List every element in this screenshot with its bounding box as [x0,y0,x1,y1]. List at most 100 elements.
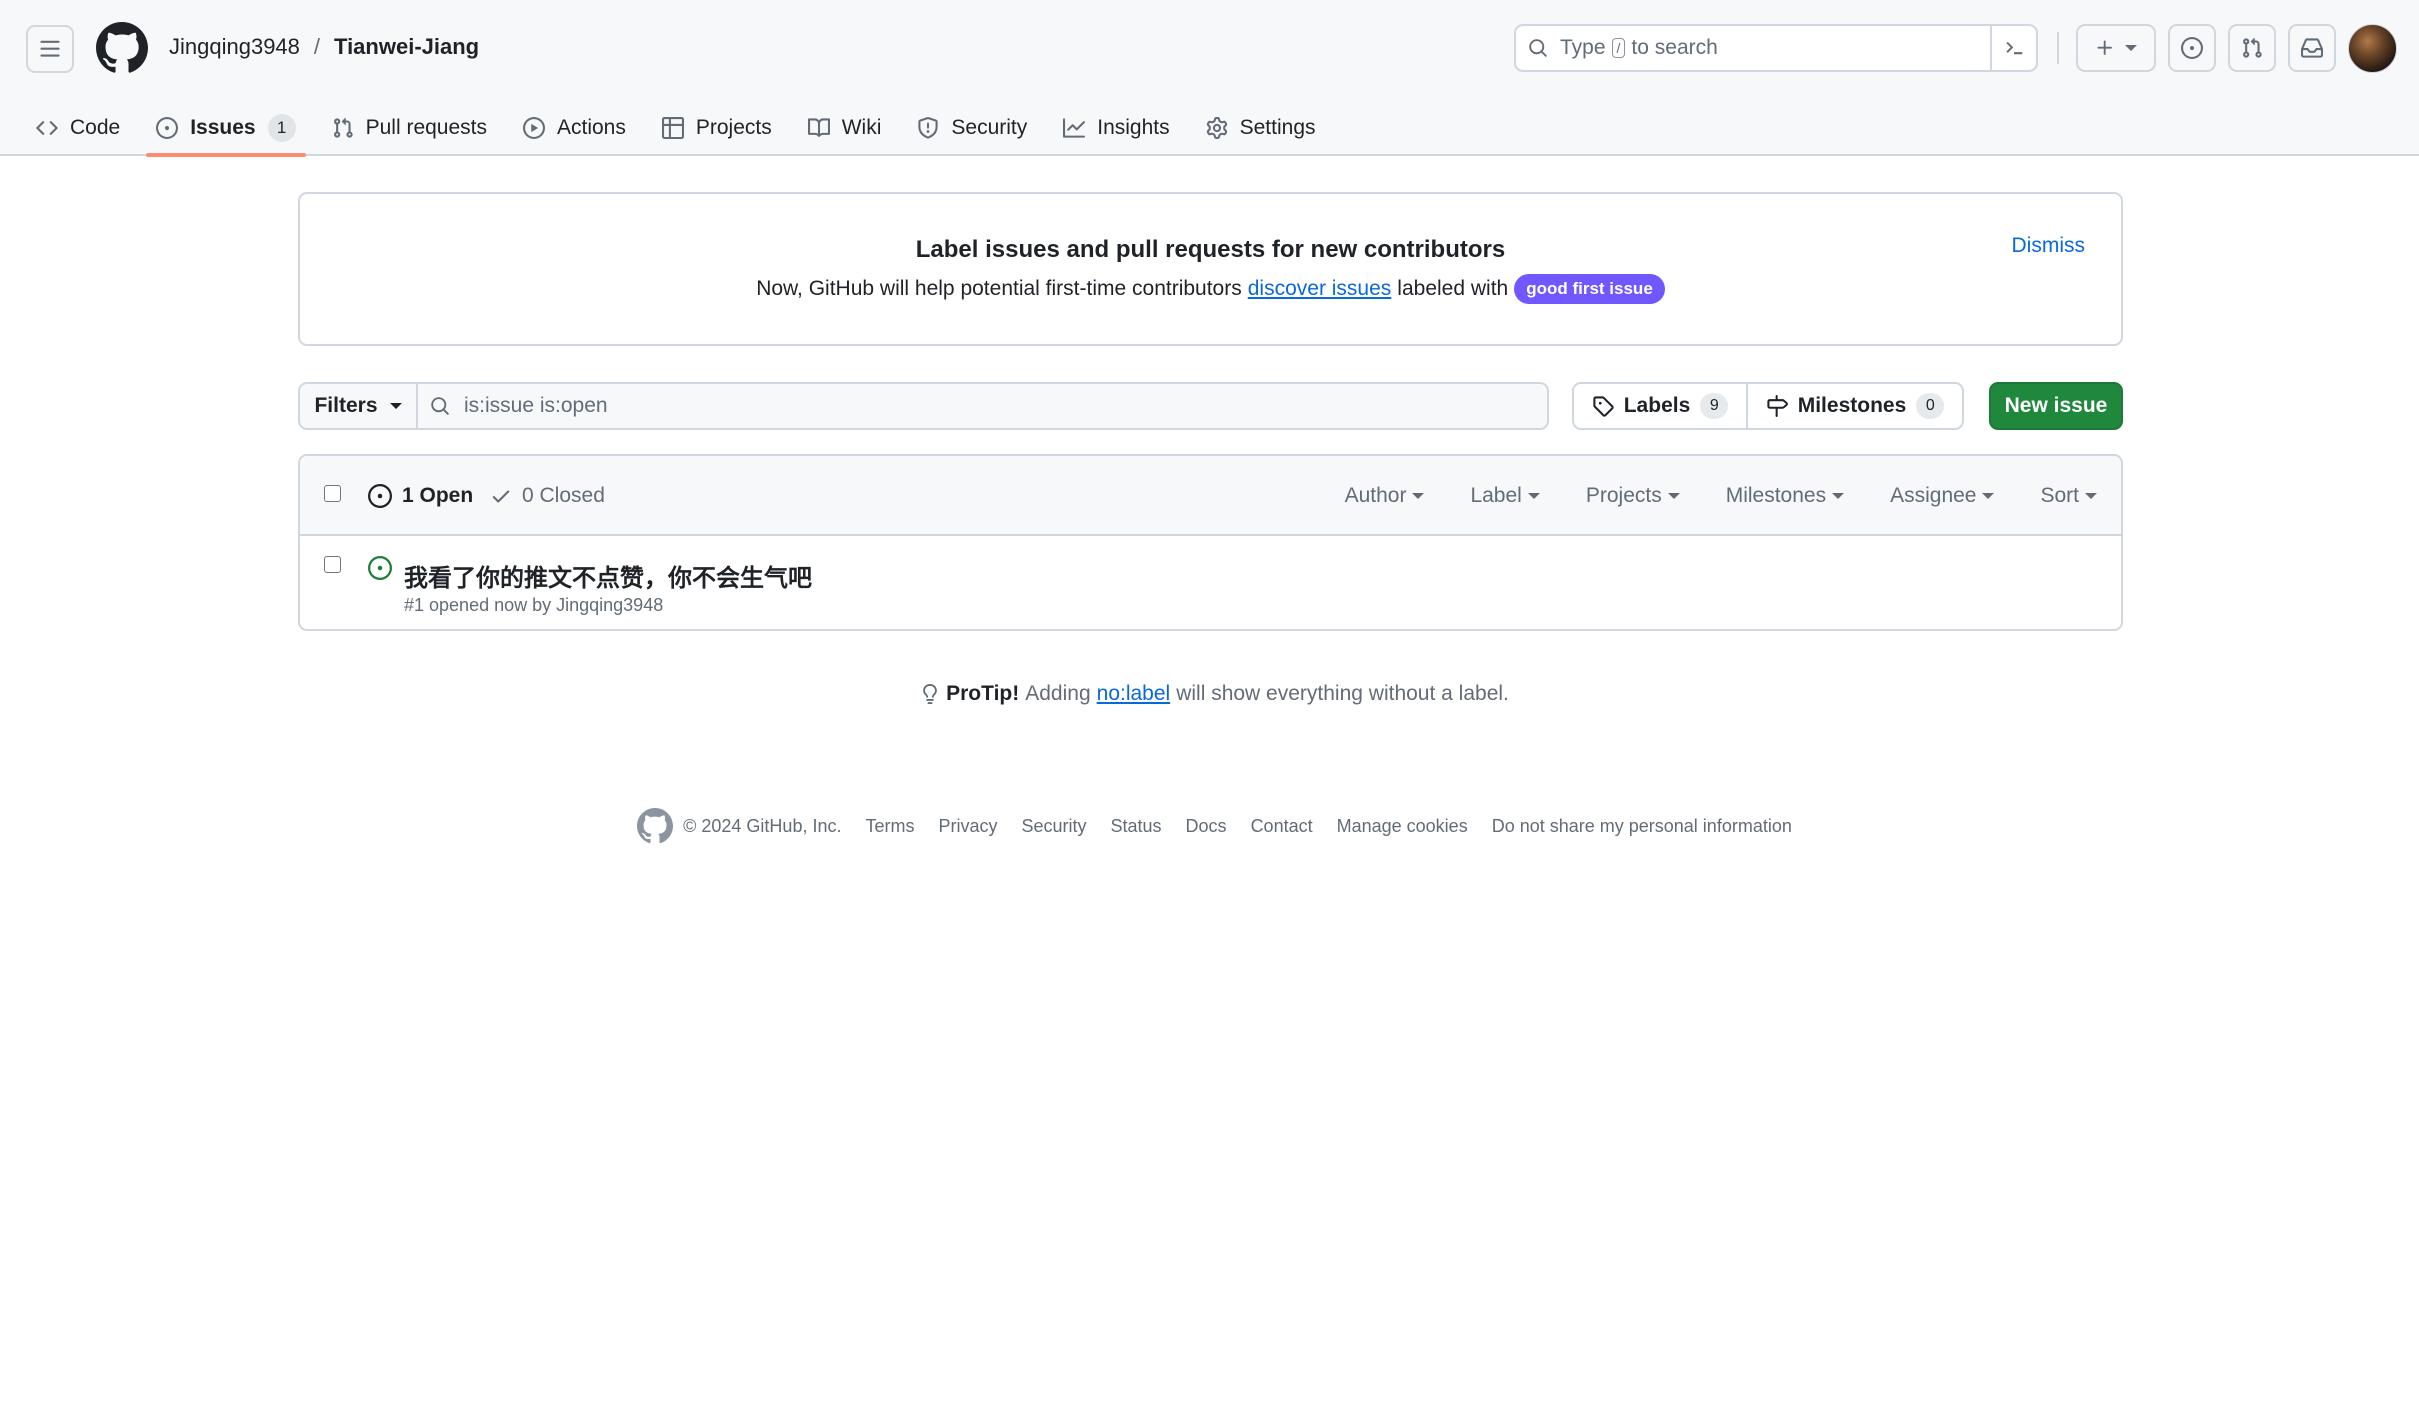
git-pull-request-icon [332,117,354,139]
shield-icon [917,117,939,139]
tab-label: Code [70,116,121,139]
hamburger-icon [39,38,61,60]
create-new-button[interactable] [2076,24,2156,72]
protip-text-post: will show everything without a label. [1176,682,1509,705]
footer-link-terms[interactable]: Terms [865,816,914,837]
tab-label: Security [951,116,1028,139]
milestones-label: Milestones [1797,394,1907,417]
issues-search-input[interactable]: is:issue is:open [416,382,1549,430]
filters-dropdown-button[interactable]: Filters [298,382,418,430]
banner-text-post: labeled with [1397,277,1509,300]
dropdown-label: Milestones [1725,484,1827,507]
your-issues-button[interactable] [2168,24,2216,72]
no-label-link[interactable]: no:label [1097,682,1171,706]
tab-label: Settings [1239,116,1316,139]
play-icon [523,117,545,139]
sort-dropdown[interactable]: Sort [2040,484,2097,508]
open-issues-filter[interactable]: 1 Open [368,484,473,508]
issues-list: 1 Open 0 Closed Author Label Projects Mi… [298,454,2123,631]
code-icon [36,117,58,139]
milestones-filter-dropdown[interactable]: Milestones [1725,484,1845,508]
your-pull-requests-button[interactable] [2228,24,2276,72]
dropdown-label: Assignee [1890,484,1977,507]
search-placeholder: Type / to search [1560,36,1718,60]
tab-label: Actions [557,116,626,139]
tab-label: Issues [190,116,256,139]
good-first-issue-label[interactable]: good first issue [1514,274,1665,304]
tab-settings[interactable]: Settings [1192,100,1330,156]
dropdown-label: Projects [1585,484,1662,507]
footer-link-status[interactable]: Status [1111,816,1162,837]
assignee-filter-dropdown[interactable]: Assignee [1890,484,1995,508]
breadcrumb: Jingqing3948 / Tianwei-Jiang [169,34,479,60]
labels-button[interactable]: Labels 9 [1572,382,1748,430]
check-icon [490,485,512,507]
tab-insights[interactable]: Insights [1049,100,1183,156]
dismiss-button[interactable]: Dismiss [2012,234,2086,258]
footer-link-docs[interactable]: Docs [1186,816,1227,837]
new-issue-button[interactable]: New issue [1989,382,2123,430]
tab-label: Insights [1097,116,1170,139]
discover-issues-link[interactable]: discover issues [1248,277,1392,301]
issue-checkbox[interactable] [324,556,341,573]
open-global-navigation-button[interactable] [26,25,74,73]
issue-opened-icon [368,484,392,508]
footer-link-contact[interactable]: Contact [1251,816,1313,837]
notifications-button[interactable] [2288,24,2336,72]
tab-actions[interactable]: Actions [509,100,640,156]
github-logo-icon[interactable] [96,22,148,74]
tab-wiki[interactable]: Wiki [794,100,896,156]
repo-name-link[interactable]: Tianwei-Jiang [334,34,479,60]
closed-issues-filter[interactable]: 0 Closed [490,484,605,508]
tab-pull-requests[interactable]: Pull requests [318,100,501,156]
plus-icon [2095,38,2115,58]
tag-icon [1592,395,1614,417]
protip-heading: ProTip! [946,682,1020,705]
repo-owner-link[interactable]: Jingqing3948 [169,34,300,60]
list-filters: Author Label Projects Milestones Assigne… [1345,484,2097,508]
triangle-down-icon [2085,493,2097,499]
labels-label: Labels [1623,394,1691,417]
new-contributors-banner: Label issues and pull requests for new c… [298,192,2123,346]
banner-body: Now, GitHub will help potential first-ti… [300,274,2121,304]
triangle-down-icon [1832,493,1845,499]
repo-navigation: Code Issues 1 Pull requests Actions Proj… [22,100,1338,157]
footer-link-do-not-share[interactable]: Do not share my personal information [1492,816,1792,837]
issue-title-link[interactable]: 我看了你的推文不点赞，你不会生气吧 [404,558,812,593]
protip-text-pre: Adding [1025,682,1091,705]
triangle-down-icon [2125,45,2137,51]
light-bulb-icon [920,684,940,704]
tab-issues[interactable]: Issues 1 [142,100,309,157]
command-palette-button[interactable] [1990,26,2036,70]
triangle-down-icon [1527,493,1540,499]
search-icon [430,396,450,416]
graph-icon [1063,117,1086,139]
footer-link-security[interactable]: Security [1021,816,1086,837]
inbox-icon [2301,37,2323,59]
search-input[interactable]: Type / to search [1514,24,2038,72]
github-logo-icon[interactable] [637,808,674,844]
footer-copyright: © 2024 GitHub, Inc. [683,815,842,836]
issues-search-value: is:issue is:open [464,394,608,417]
user-avatar[interactable] [2348,24,2397,73]
protip: ProTip! Adding no:label will show everyt… [0,682,2419,706]
terminal-icon [2003,37,2025,59]
milestones-button[interactable]: Milestones 0 [1746,382,1964,430]
label-filter-dropdown[interactable]: Label [1470,484,1540,508]
tab-code[interactable]: Code [22,100,134,156]
footer-link-manage-cookies[interactable]: Manage cookies [1337,816,1468,837]
breadcrumb-separator: / [313,34,321,59]
footer-brand: © 2024 GitHub, Inc. [637,808,841,844]
tab-security[interactable]: Security [903,100,1041,156]
closed-count: 0 Closed [522,484,605,507]
projects-filter-dropdown[interactable]: Projects [1586,484,1680,508]
tab-projects[interactable]: Projects [648,100,786,156]
issue-opened-icon [368,556,392,580]
select-all-checkbox[interactable] [324,485,341,502]
author-filter-dropdown[interactable]: Author [1345,484,1425,508]
labels-count: 9 [1700,393,1729,419]
footer-link-privacy[interactable]: Privacy [938,816,997,837]
banner-text-pre: Now, GitHub will help potential first-ti… [756,277,1242,300]
search-placeholder-pre: Type [1560,36,1606,59]
issues-list-header: 1 Open 0 Closed Author Label Projects Mi… [300,456,2121,536]
